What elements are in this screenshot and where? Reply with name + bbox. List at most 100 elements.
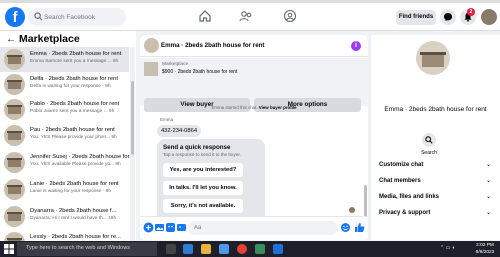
find-friends-button[interactable]: Find friends xyxy=(396,10,436,25)
chat-panel: Emma · 2beds 2bath house for rent i Mark… xyxy=(140,35,368,240)
chat-started-text: Emma started this chat. xyxy=(211,105,258,110)
file-explorer-icon[interactable] xyxy=(201,244,211,254)
gif-icon[interactable] xyxy=(176,222,187,233)
inbox-scrollbar[interactable] xyxy=(130,47,135,241)
listing-thumbnail xyxy=(4,99,25,120)
friends-icon[interactable] xyxy=(239,9,253,23)
item-label: Privacy & support xyxy=(379,210,431,216)
quick-response-subtitle: Tap a response to send it to the buyer. xyxy=(163,152,241,157)
listing-price: $900 · 2beds 2bath house for rent xyxy=(162,69,238,75)
clock[interactable]: 2:02 PM 6/9/2023 xyxy=(472,242,498,256)
details-title: Emma · 2beds 2bath house for rent xyxy=(384,106,487,113)
scrollbar-thumb[interactable] xyxy=(131,81,134,155)
chat-header: Emma · 2beds 2bath house for rent i xyxy=(140,35,368,57)
conversation-title: Lessly · 2beds 2bath house for re... xyxy=(30,234,121,240)
edge-icon[interactable] xyxy=(183,244,193,254)
search-icon xyxy=(425,136,433,144)
conversation-title: Jennifer Susej · 2beds 2bath house for..… xyxy=(30,154,135,160)
conversation-item[interactable]: Jennifer Susej · 2beds 2bath house for..… xyxy=(0,150,134,175)
app-icon[interactable] xyxy=(273,244,283,254)
conversation-item[interactable]: Pau · 2beds 2bath house for rent You: YE… xyxy=(0,123,129,148)
taskbar-search-text: Type here to search the web and Windows xyxy=(26,245,130,251)
chat-members-item[interactable]: Chat members ⌄ xyxy=(379,175,495,187)
quick-response-option[interactable]: Sorry, it's not available. xyxy=(163,199,243,213)
conversation-item[interactable]: Pablo · 2beds 2bath house for rent Pablo… xyxy=(0,97,129,122)
like-icon[interactable] xyxy=(354,222,365,233)
app-icon[interactable] xyxy=(255,244,265,254)
search-label: Search xyxy=(421,150,437,156)
search-box[interactable] xyxy=(28,8,126,26)
search-conversation-button[interactable] xyxy=(422,133,436,147)
store-icon[interactable] xyxy=(219,244,229,254)
photo-icon[interactable] xyxy=(154,222,165,233)
conversation-snippet: Delfa is waiting for your response · 9h xyxy=(30,84,111,89)
quick-response-option[interactable]: In talks. I'll let you know. xyxy=(163,181,243,195)
quick-response-title: Send a quick response xyxy=(163,144,231,151)
chat-details-panel: Emma · 2beds 2bath house for rent Search… xyxy=(371,35,500,240)
plus-circle-icon[interactable] xyxy=(143,222,154,233)
conversation-item[interactable]: Dyanarra · 2beds 2bath house f... Dyanar… xyxy=(0,204,129,229)
sender-name: Emma xyxy=(160,117,174,122)
conversation-item[interactable]: Lessly · 2beds 2bath house for re... xyxy=(0,230,129,241)
customize-chat-item[interactable]: Customize chat ⌄ xyxy=(379,159,495,171)
sticker-icon[interactable] xyxy=(165,222,176,233)
facebook-header: f Find friends 2 xyxy=(0,3,500,31)
conversation-snippet: Lanie is waiting for your response · 9h xyxy=(30,189,112,194)
listing-thumbnail xyxy=(4,206,25,227)
messenger-button[interactable] xyxy=(440,9,456,25)
facebook-logo[interactable]: f xyxy=(5,7,25,27)
listing-thumbnail xyxy=(4,49,25,70)
listing-thumbnail xyxy=(4,125,25,146)
item-label: Customize chat xyxy=(379,162,424,168)
listing-thumbnail xyxy=(4,74,25,95)
chevron-down-icon: ⌄ xyxy=(485,194,491,200)
task-view-icon[interactable] xyxy=(166,244,176,254)
listing-avatar[interactable] xyxy=(416,41,450,75)
item-label: Media, files and links xyxy=(379,194,440,200)
marketplace-title: Marketplace xyxy=(19,33,80,45)
conversation-item[interactable]: Lanie · 2beds 2bath house for rent Lanie… xyxy=(0,177,129,202)
chat-thumbnail[interactable] xyxy=(144,38,159,53)
conversation-title: Dyanarra · 2beds 2bath house f... xyxy=(30,208,117,214)
conversation-item[interactable]: Emma · 2beds 2bath house for rent Emma S… xyxy=(0,47,129,72)
conversation-snippet: You: YES Please provide your phon... 9h xyxy=(30,135,117,140)
back-arrow-icon[interactable]: ← xyxy=(6,34,16,45)
windows-start-icon[interactable] xyxy=(4,244,14,254)
listing-thumbnail xyxy=(4,152,25,173)
conversation-snippet: Dyanarra: Hi I rent I would have th... 1… xyxy=(30,216,117,221)
chrome-icon[interactable] xyxy=(237,244,247,254)
emoji-icon[interactable] xyxy=(340,222,351,233)
info-icon[interactable]: i xyxy=(351,41,361,51)
home-icon[interactable] xyxy=(198,9,212,23)
marketplace-title-row: ← Marketplace xyxy=(0,31,136,47)
listing-image[interactable] xyxy=(144,62,158,76)
conversation-title: Lanie · 2beds 2bath house for rent xyxy=(30,181,119,187)
chat-started-notice: Emma started this chat. View buyer profi… xyxy=(140,105,368,110)
conversation-snippet: You: YES available Please provide yo... … xyxy=(30,162,121,167)
media-files-links-item[interactable]: Media, files and links ⌄ xyxy=(379,191,495,203)
conversation-title: Pablo · 2beds 2bath house for rent xyxy=(30,101,120,107)
message-input[interactable] xyxy=(188,221,338,235)
view-buyer-profile-link[interactable]: View buyer profile xyxy=(259,105,297,110)
conversation-title: Pau · 2beds 2bath house for rent xyxy=(30,127,115,133)
message-composer xyxy=(140,216,368,238)
quick-response-card: Send a quick response Tap a response to … xyxy=(157,139,265,228)
search-input[interactable] xyxy=(44,10,122,24)
chevron-down-icon: ⌄ xyxy=(485,162,491,168)
listing-card: Marketplace $900 · 2beds 2bath house for… xyxy=(140,58,368,112)
profile-avatar[interactable] xyxy=(481,9,497,25)
privacy-support-item[interactable]: Privacy & support ⌄ xyxy=(379,207,495,219)
marketplace-inbox: ← Marketplace Emma · 2beds 2bath house f… xyxy=(0,31,136,241)
conversation-title: Emma · 2beds 2bath house for rent xyxy=(30,51,122,57)
chat-title[interactable]: Emma · 2beds 2bath house for rent xyxy=(161,42,265,49)
clock-time: 2:02 PM xyxy=(476,243,494,248)
system-tray-icons[interactable]: ⌃ ▭ ◖ xyxy=(440,245,455,251)
windows-taskbar: Type here to search the web and Windows … xyxy=(0,241,500,257)
taskbar-search[interactable]: Type here to search the web and Windows xyxy=(17,242,157,256)
conversation-item[interactable]: Delfa · 2beds 2bath house for rent Delfa… xyxy=(0,72,129,97)
groups-icon[interactable] xyxy=(283,9,297,23)
clock-date: 6/9/2023 xyxy=(475,250,495,255)
quick-response-option[interactable]: Yes, are you interested? xyxy=(163,163,243,177)
search-icon xyxy=(34,12,43,21)
notification-badge: 2 xyxy=(467,8,475,16)
